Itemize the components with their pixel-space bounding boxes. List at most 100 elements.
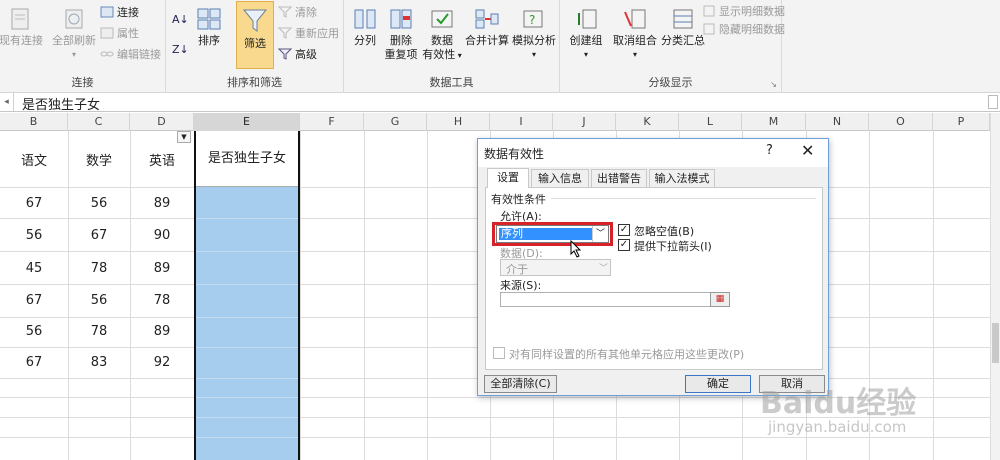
column-header-M[interactable]: M <box>742 113 806 131</box>
allow-dropdown[interactable]: 序列 ﹀ <box>496 225 609 243</box>
ignore-blank-checkbox[interactable]: ✓ <box>618 224 630 236</box>
consolidate-button[interactable]: 合并计算 <box>462 6 512 48</box>
sort-za-icon: Z↓ <box>172 43 189 56</box>
table-cell[interactable]: 78 <box>130 293 194 308</box>
header-cell-english[interactable]: 英语 <box>130 150 194 169</box>
funnel-icon <box>242 9 268 32</box>
baidu-watermark: Baidu经验 jingyan.baidu.com <box>760 378 995 460</box>
advanced-button[interactable]: 高级 <box>278 47 317 63</box>
table-cell[interactable]: 56 <box>68 196 130 211</box>
tab-ime-mode[interactable]: 输入法模式 <box>649 169 715 188</box>
connections-button[interactable]: 连接 <box>100 5 139 21</box>
column-header-L[interactable]: L <box>679 113 742 131</box>
ungroup-button[interactable]: 取消组合 ▾ <box>610 6 660 62</box>
what-if-analysis-button[interactable]: ? 模拟分析 ▾ <box>510 6 558 62</box>
column-header-H[interactable]: H <box>427 113 490 131</box>
apply-all-checkbox[interactable] <box>493 347 505 359</box>
column-header-E[interactable]: E <box>194 113 300 131</box>
column-header-C[interactable]: C <box>68 113 130 131</box>
table-cell[interactable]: 45 <box>0 261 68 276</box>
close-icon[interactable]: ✕ <box>801 141 814 160</box>
table-cell[interactable]: 78 <box>68 324 130 339</box>
selected-range[interactable] <box>196 187 298 460</box>
remove-duplicates-label-2: 重复项 <box>384 48 418 61</box>
refresh-all-button[interactable]: 全部刷新 ▾ <box>50 6 98 62</box>
formula-bar-expand-icon[interactable]: ◂ <box>0 93 14 111</box>
table-cell[interactable]: 56 <box>0 228 68 243</box>
table-cell[interactable]: 56 <box>0 324 68 339</box>
table-cell[interactable]: 67 <box>0 355 68 370</box>
chevron-down-icon[interactable]: ﹀ <box>592 226 608 242</box>
data-dropdown[interactable]: 介于 ﹀ <box>500 259 611 276</box>
clear-all-button[interactable]: 全部清除(C) <box>484 375 557 393</box>
sort-za-button[interactable]: Z↓ <box>172 42 189 58</box>
table-cell[interactable]: 67 <box>0 196 68 211</box>
data-validation-button[interactable]: 数据 有效性 ▾ <box>422 6 462 63</box>
apply-all-label[interactable]: 对有同样设置的所有其他单元格应用这些更改(P) <box>509 346 744 362</box>
sort-button[interactable]: 排序 <box>192 6 226 48</box>
clear-filter-icon <box>278 6 292 18</box>
reapply-button[interactable]: 重新应用 <box>278 26 339 42</box>
hide-detail-button[interactable]: 隐藏明细数据 <box>702 22 785 38</box>
hide-detail-icon <box>703 23 715 35</box>
consolidate-icon <box>475 9 499 29</box>
ok-button[interactable]: 确定 <box>685 375 751 393</box>
sort-az-button[interactable]: A↓ <box>172 12 189 28</box>
ignore-blank-label[interactable]: 忽略空值(B) <box>634 223 694 239</box>
table-cell[interactable]: 92 <box>130 355 194 370</box>
column-header-K[interactable]: K <box>616 113 679 131</box>
group-button[interactable]: 创建组 ▾ <box>564 6 608 62</box>
clear-button[interactable]: 清除 <box>278 5 317 21</box>
tab-settings[interactable]: 设置 <box>487 168 529 188</box>
header-cell-chinese[interactable]: 语文 <box>0 150 68 169</box>
svg-text:?: ? <box>529 13 535 27</box>
column-header-N[interactable]: N <box>806 113 869 131</box>
table-cell[interactable]: 56 <box>68 293 130 308</box>
column-header-P[interactable]: P <box>933 113 990 131</box>
ribbon: 现有连接 全部刷新 ▾ 连接 属性 编辑链接 连接 A↓ Z↓ 排序 筛选 清除… <box>0 0 1000 93</box>
tab-input-message[interactable]: 输入信息 <box>531 169 589 188</box>
column-header-G[interactable]: G <box>364 113 427 131</box>
selected-column-e[interactable]: 是否独生子女 <box>194 131 300 460</box>
scrollbar-thumb[interactable] <box>992 323 999 363</box>
subtotal-button[interactable]: 分类汇总 <box>660 6 706 48</box>
source-input[interactable] <box>500 292 729 307</box>
reapply-icon <box>278 27 292 39</box>
remove-duplicates-icon <box>390 9 412 29</box>
column-header-J[interactable]: J <box>553 113 616 131</box>
table-cell[interactable]: 90 <box>130 228 194 243</box>
header-cell-math[interactable]: 数学 <box>68 150 130 169</box>
table-cell[interactable]: 78 <box>68 261 130 276</box>
table-cell[interactable]: 89 <box>130 196 194 211</box>
table-cell[interactable]: 67 <box>68 228 130 243</box>
table-cell[interactable]: 67 <box>0 293 68 308</box>
header-cell-only-child[interactable]: 是否独生子女 <box>196 131 298 187</box>
section-divider <box>551 198 816 199</box>
properties-button[interactable]: 属性 <box>100 26 139 42</box>
column-header-B[interactable]: B <box>0 113 68 131</box>
edit-links-button[interactable]: 编辑链接 <box>100 47 161 63</box>
table-cell[interactable]: 83 <box>68 355 130 370</box>
advanced-filter-icon <box>278 48 292 60</box>
table-cell[interactable]: 89 <box>130 261 194 276</box>
tab-error-alert[interactable]: 出错警告 <box>591 169 647 188</box>
dropdown-arrow-checkbox[interactable]: ✓ <box>618 239 630 251</box>
formula-bar-content[interactable]: 是否独生子女 <box>22 94 100 113</box>
dropdown-arrow-label[interactable]: 提供下拉箭头(I) <box>634 238 712 254</box>
filter-dropdown-icon[interactable]: ▼ <box>177 131 191 143</box>
formula-bar-expand-button[interactable] <box>988 95 998 109</box>
help-button[interactable]: ? <box>766 143 773 158</box>
filter-button[interactable]: 筛选 <box>236 1 274 69</box>
column-header-D[interactable]: D <box>130 113 194 131</box>
text-to-columns-button[interactable]: 分列 <box>348 6 382 48</box>
table-cell[interactable]: 89 <box>130 324 194 339</box>
remove-duplicates-button[interactable]: 删除 重复项 <box>382 6 420 62</box>
existing-connections-button[interactable]: 现有连接 <box>0 6 46 48</box>
range-select-icon[interactable]: ▦ <box>710 292 730 307</box>
column-header-F[interactable]: F <box>300 113 364 131</box>
dialog-launcher-icon[interactable]: ↘ <box>770 80 777 89</box>
show-detail-button[interactable]: 显示明细数据 <box>702 4 785 20</box>
column-header-O[interactable]: O <box>869 113 933 131</box>
formula-bar: ◂ 是否独生子女 <box>0 93 1000 113</box>
column-header-I[interactable]: I <box>490 113 553 131</box>
